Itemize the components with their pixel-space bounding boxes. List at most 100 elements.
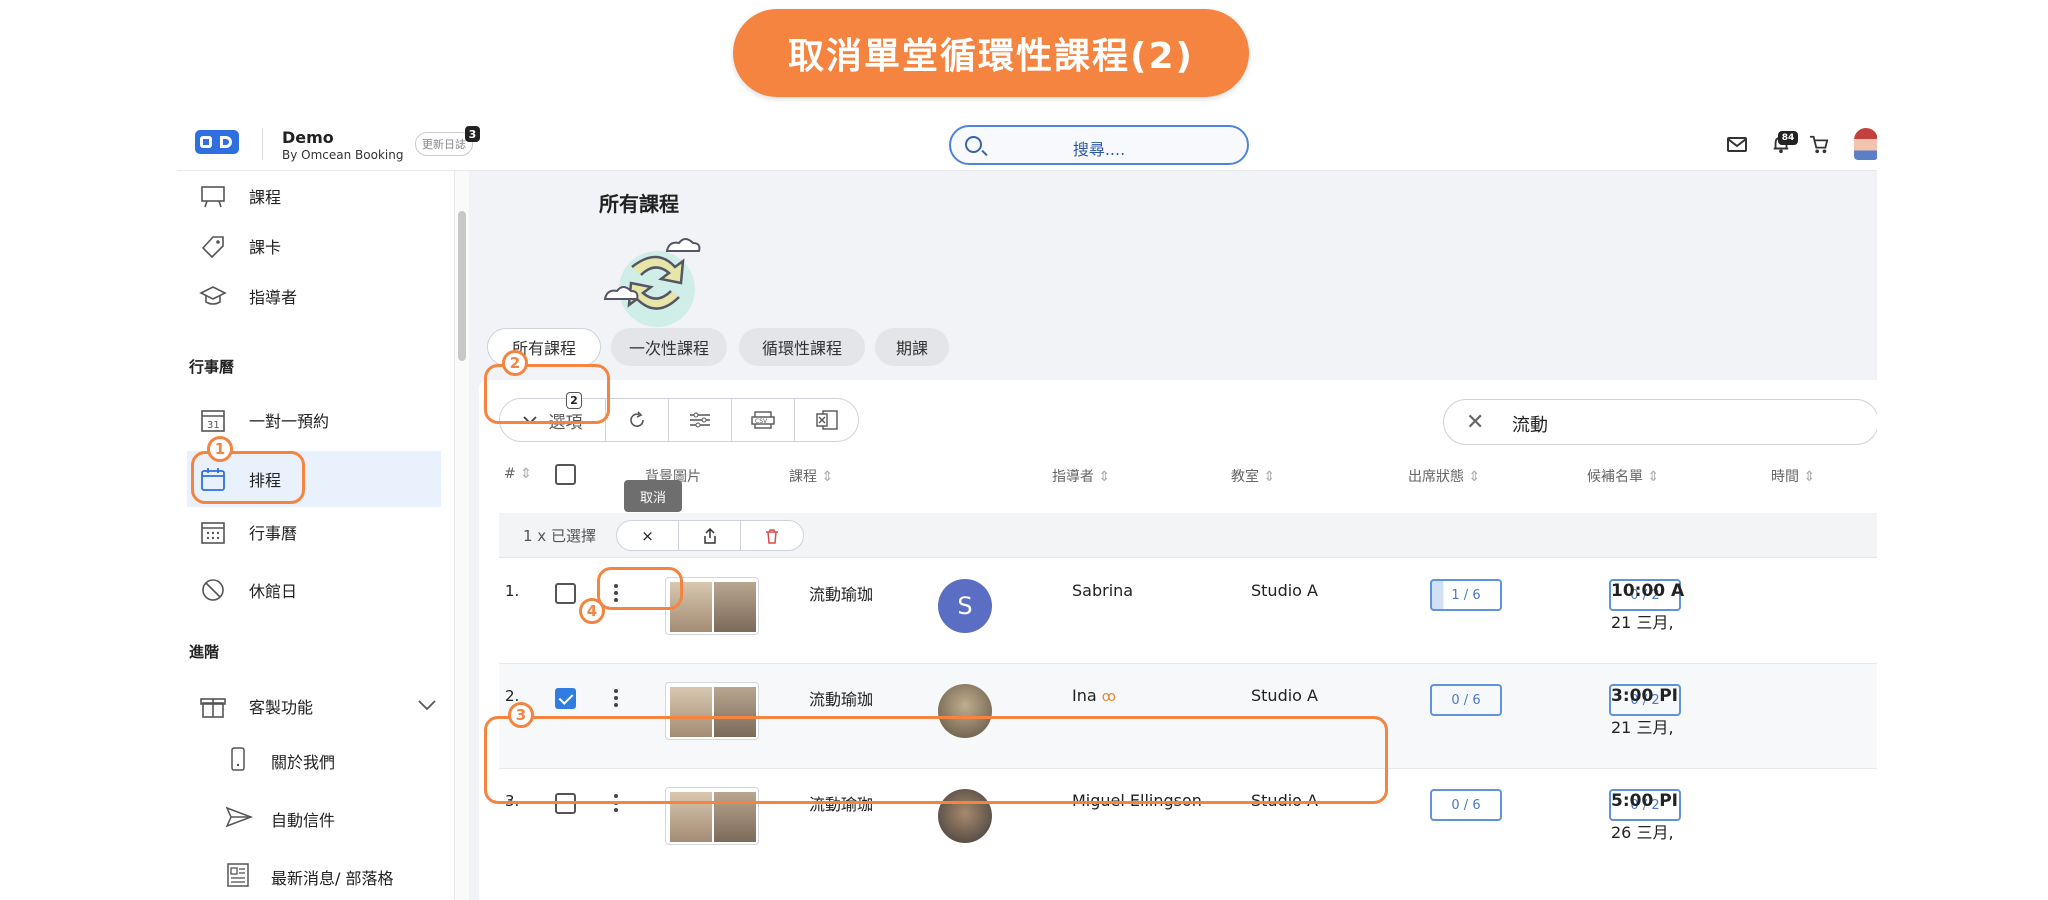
sidebar-item-closed-days[interactable]: 休館日 [187,565,441,615]
sidebar-subitem-auto-mail[interactable]: 自動信件 [225,799,335,839]
sidebar-item-label: 休館日 [249,582,298,601]
selected-count: 1 x 已選擇 [523,527,596,545]
chevron-down-icon[interactable] [417,699,437,711]
cancel-tooltip: 取消 [624,480,682,512]
graduation-cap-icon [197,282,229,310]
class-date: 21 三月, [1611,718,1674,737]
step-1-marker: 1 [207,436,233,462]
class-time: 10:00 A [1611,581,1685,601]
instructor-name: Ina [1072,686,1097,705]
course-name[interactable]: 流動瑜珈 [809,686,873,710]
row-checkbox-checked[interactable] [555,688,576,709]
close-icon: × [641,526,654,545]
share-icon [703,527,716,544]
csv-icon: CSV [751,411,775,429]
export-excel-button[interactable] [795,399,858,441]
sidebar-item-label: 指導者 [249,288,298,307]
highlight-cancel-button [597,567,683,610]
divider [262,128,263,160]
sidebar-subitem-label: 自動信件 [271,811,336,830]
sidebar-item-label: 課卡 [249,238,282,257]
attendance-badge[interactable]: 1 / 6 [1430,579,1502,611]
class-time: 3:00 PI [1611,686,1678,706]
course-name[interactable]: 流動瑜珈 [809,581,873,605]
scrollbar-thumb[interactable] [458,211,466,361]
sidebar-subitem-news[interactable]: 最新消息/ 部落格 [225,857,393,897]
delete-button[interactable] [741,521,803,550]
sidebar-item-label: 客製功能 [249,698,314,717]
more-options-icon[interactable] [614,689,618,710]
send-icon [225,805,254,833]
sidebar-subitem-about[interactable]: 關於我們 [225,741,335,781]
search-filter-input[interactable]: ✕ 流動 [1443,399,1877,445]
step-4-marker: 4 [579,598,605,624]
share-button[interactable] [679,521,741,550]
table-row[interactable]: 1. 流動瑜珈 S Sabrina Studio A 1 / 6 0 / 2 1… [499,559,1877,663]
sidebar-scrollbar[interactable] [455,171,469,900]
page-title: 所有課程 [599,192,679,216]
column-header-instructor[interactable]: 指導者 ⇕ [1052,466,1110,486]
refresh-button[interactable] [606,399,669,441]
instructor-avatar: S [938,579,992,633]
attendance-badge[interactable]: 0 / 6 [1430,789,1502,821]
svg-text:CSV: CSV [755,418,768,425]
mail-icon[interactable] [1726,134,1748,154]
step-2-marker: 2 [502,350,528,376]
sidebar-item-label: 行事曆 [249,524,298,543]
calendar-31-icon: 31 [197,406,229,434]
prohibited-icon [197,576,229,604]
column-header-room[interactable]: 教室 ⇕ [1231,466,1275,486]
tab-one-time-courses[interactable]: 一次性課程 [611,328,727,366]
sidebar-item-cards[interactable]: 課卡 [187,221,441,271]
courses-panel: 選項 CSV 2 ✕ 流動 # ⇕ 背景圖片 課程 ⇕ 指導者 ⇕ 教室 ⇕ 出… [479,380,1877,900]
attendance-badge[interactable]: 0 / 6 [1430,684,1502,716]
tutorial-banner: 取消單堂循環性課程(2) [733,9,1249,97]
export-csv-button[interactable]: CSV [732,399,795,441]
filter-settings-button[interactable] [669,399,732,441]
changelog-badge: 3 [465,126,480,142]
class-time: 5:00 PI [1611,791,1678,811]
column-header-time[interactable]: 時間 ⇕ [1771,466,1815,486]
divider [499,557,1877,558]
tab-term-courses[interactable]: 期課 [875,328,949,366]
sidebar-item-instructors[interactable]: 指導者 [187,271,441,321]
tab-recurring-courses[interactable]: 循環性課程 [739,328,865,366]
sidebar-item-calendar[interactable]: 行事曆 [187,507,441,557]
cancel-class-button[interactable]: × [617,521,679,550]
svg-text:31: 31 [207,420,220,431]
room-name: Studio A [1251,686,1318,705]
presentation-board-icon [197,182,229,210]
logo-icon[interactable] [195,130,239,154]
gift-icon [197,692,229,720]
filter-value: 流動 [1512,415,1548,436]
pretzel-icon: ꝏ [1101,689,1117,705]
top-bar: Demo By Omcean Booking 更新日誌 3 搜尋.... 84 [177,118,1877,171]
sidebar-item-courses[interactable]: 課程 [187,171,441,221]
class-date: 21 三月, [1611,613,1674,632]
class-date: 26 三月, [1611,823,1674,842]
column-header-course[interactable]: 課程 ⇕ [789,466,833,486]
cart-icon[interactable] [1808,134,1830,154]
search-placeholder: 搜尋.... [1072,140,1126,159]
excel-icon [815,410,838,430]
clear-icon[interactable]: ✕ [1466,410,1484,435]
column-header-attendance[interactable]: 出席狀態 ⇕ [1408,466,1480,486]
selection-actions: × [616,520,804,551]
instructor-name: Sabrina [1072,581,1134,600]
row-number: 1. [505,582,520,600]
column-header-waitlist[interactable]: 候補名單 ⇕ [1587,466,1659,486]
sidebar-item-custom-features[interactable]: 客製功能 [187,681,441,731]
search-input[interactable]: 搜尋.... [949,125,1249,165]
news-icon [225,862,251,892]
user-avatar[interactable] [1854,128,1877,160]
refresh-icon [630,411,644,427]
highlight-selected-row [484,716,1388,804]
sidebar-section-calendar: 行事曆 [189,358,235,376]
sliders-icon [690,412,710,428]
brand-name: Demo [282,128,334,147]
select-all-checkbox[interactable] [555,464,576,485]
column-header-number[interactable]: # ⇕ [504,466,532,482]
sidebar-subitem-label: 最新消息/ 部落格 [271,869,394,888]
row-checkbox[interactable] [555,583,576,604]
selection-bar: 1 x 已選擇 × [499,513,1877,557]
